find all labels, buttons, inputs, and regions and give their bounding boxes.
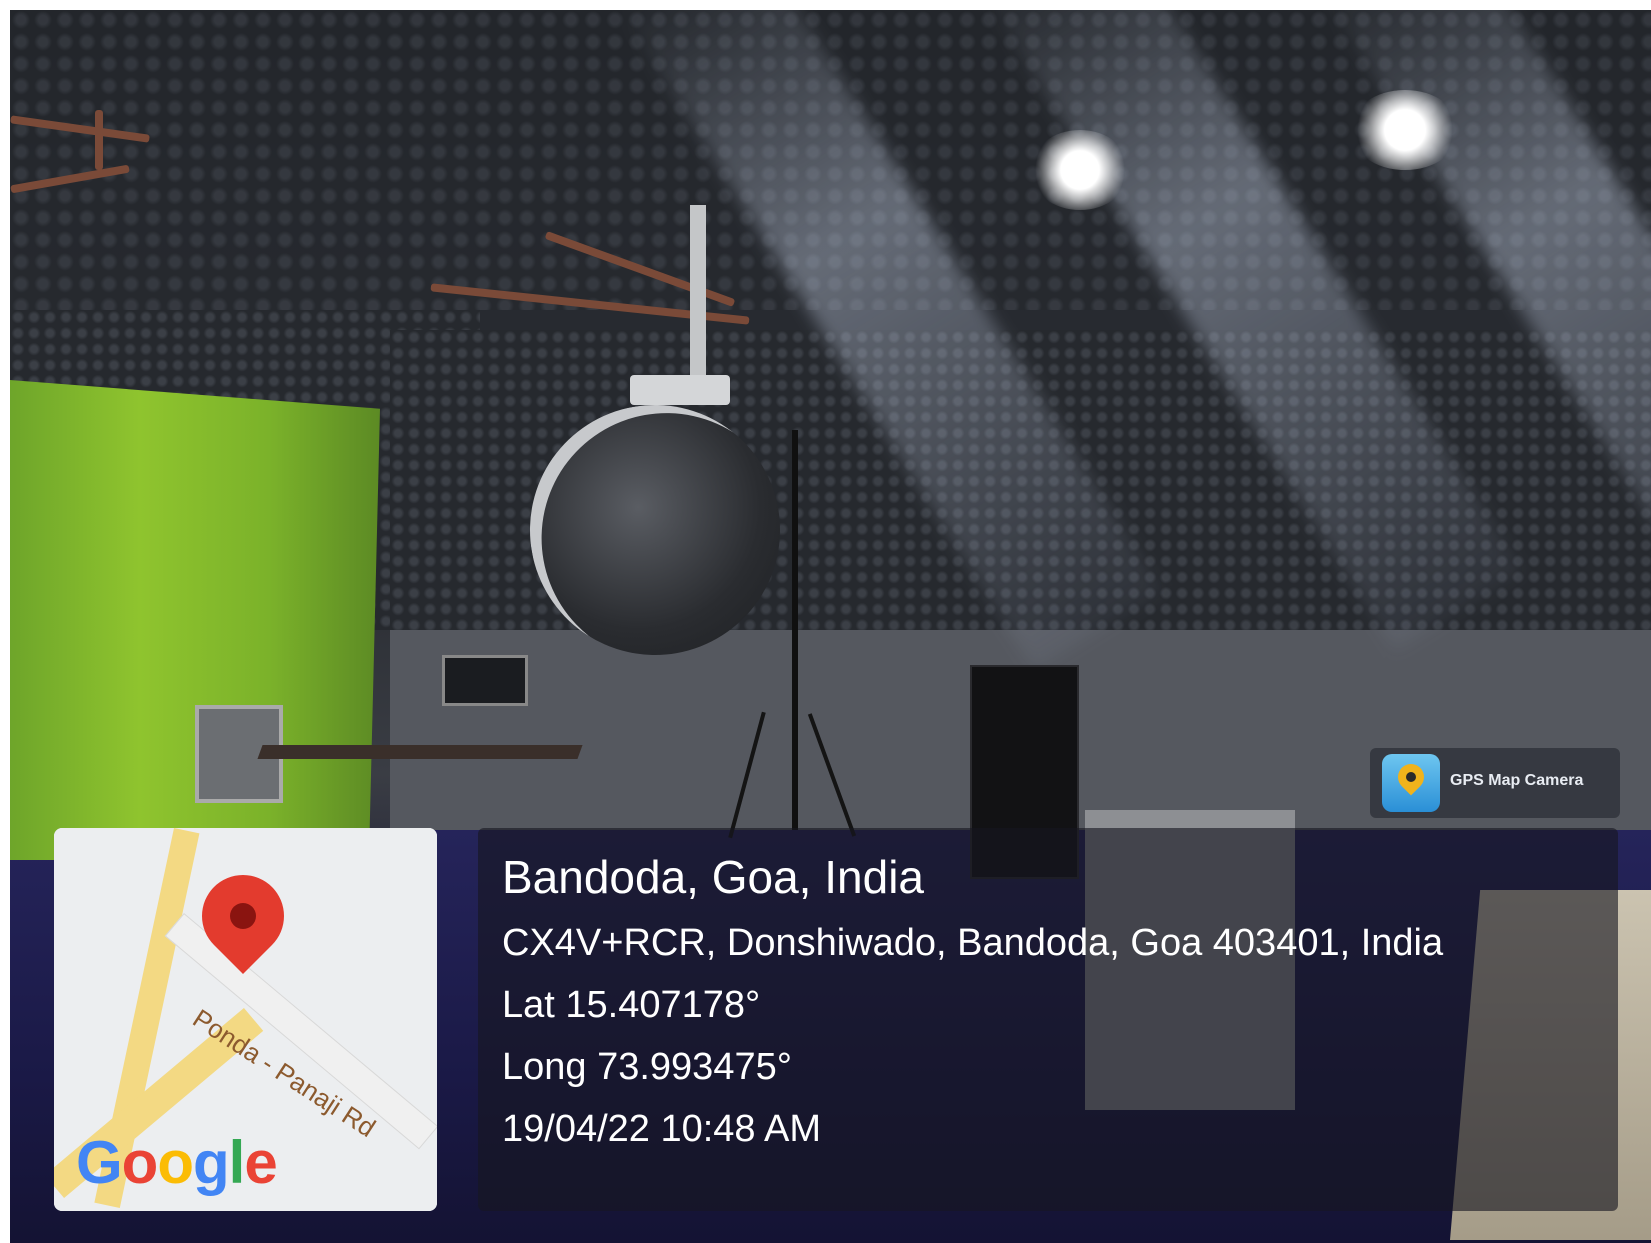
monitor [442, 655, 528, 706]
gps-map-camera-badge: GPS Map Camera [1370, 748, 1620, 818]
logo-letter: l [228, 1129, 246, 1196]
datetime-line: 19/04/22 10:48 AM [502, 1108, 822, 1150]
google-logo: Google [76, 1128, 278, 1197]
pipe [95, 110, 103, 170]
logo-letter: o [157, 1129, 194, 1196]
app-name-label: GPS Map Camera [1450, 772, 1584, 789]
logo-letter: e [244, 1129, 277, 1196]
latitude-line: Lat 15.407178° [502, 984, 761, 1026]
pipe [10, 164, 130, 194]
map-pin-icon [1382, 754, 1440, 812]
logo-letter: g [192, 1129, 230, 1196]
place-title: Bandoda, Goa, India [502, 851, 924, 903]
geotag-info-panel: Bandoda, Goa, India CX4V+RCR, Donshiwado… [478, 828, 1618, 1211]
geotag-text-block: Bandoda, Goa, India CX4V+RCR, Donshiwado… [502, 850, 1443, 1160]
projector [630, 375, 730, 405]
logo-letter: o [121, 1129, 159, 1196]
ceiling-spotlight [1350, 90, 1460, 170]
projector-mount [690, 205, 706, 380]
ceiling-pipes [10, 110, 160, 195]
table [257, 745, 583, 759]
pin-dot [1406, 772, 1416, 782]
ceiling-spotlight [1030, 130, 1130, 210]
logo-letter: G [76, 1129, 123, 1196]
map-thumbnail: Ponda - Panaji Rd Google [54, 828, 437, 1211]
light-stand [792, 430, 798, 830]
location-pin-dot [230, 903, 256, 929]
longitude-line: Long 73.993475° [502, 1046, 792, 1088]
address-line: CX4V+RCR, Donshiwado, Bandoda, Goa 40340… [502, 922, 1444, 964]
